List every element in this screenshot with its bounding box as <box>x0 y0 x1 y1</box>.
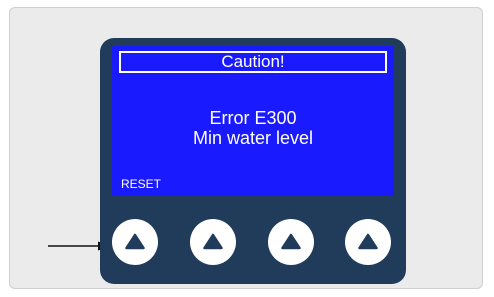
reset-soft-key-label: RESET <box>121 177 162 191</box>
triangle-up-icon <box>203 233 223 250</box>
soft-key-button-2[interactable] <box>190 219 236 265</box>
control-panel: Caution! Error E300 Min water level RESE… <box>100 38 406 284</box>
triangle-up-icon <box>281 233 301 250</box>
soft-key-button-3[interactable] <box>268 219 314 265</box>
error-message: Min water level <box>192 128 314 148</box>
reset-button[interactable] <box>112 219 158 265</box>
display-screen: Caution! Error E300 Min water level RESE… <box>112 46 394 196</box>
triangle-up-icon <box>125 233 145 250</box>
triangle-up-icon <box>358 233 378 250</box>
soft-key-button-4[interactable] <box>345 219 391 265</box>
caution-header: Caution! <box>119 51 387 73</box>
error-code: Error E300 <box>209 108 297 128</box>
